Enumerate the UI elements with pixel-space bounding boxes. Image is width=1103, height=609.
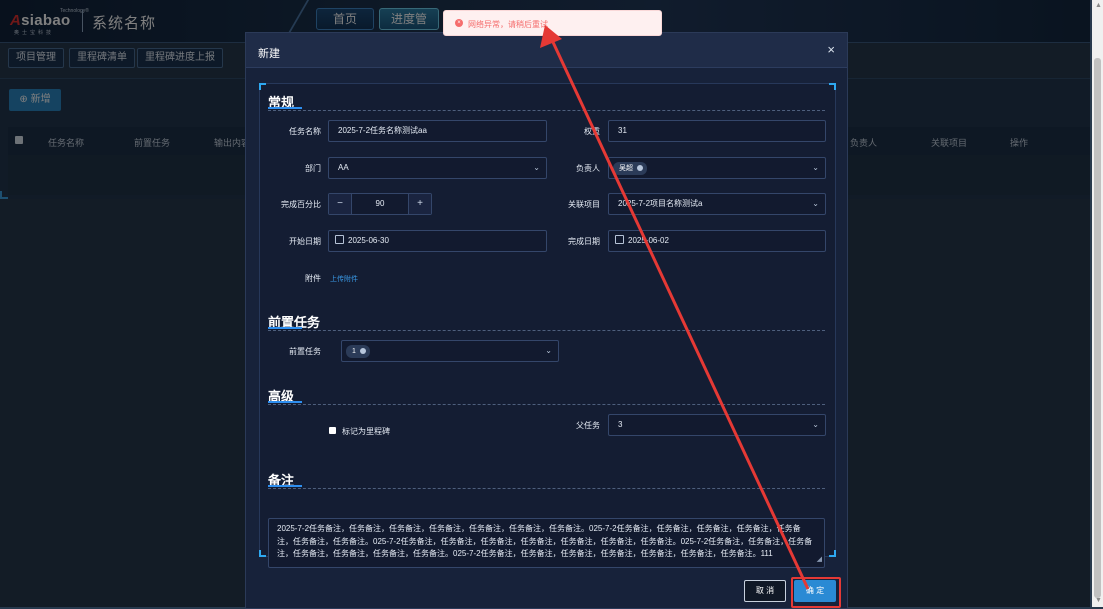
upload-link[interactable]: 上传附件 [330,274,358,284]
chevron-down-icon: ⌄ [533,163,540,172]
chevron-down-icon: ⌄ [812,163,819,172]
owner-tag: 吴超 [613,162,647,175]
end-date-picker[interactable]: 2025-06-02 [608,230,826,252]
minus-icon[interactable]: − [329,194,352,214]
parent-task-select[interactable]: 3 ⌄ [608,414,826,436]
section-divider [268,488,825,489]
parent-task-label: 父任务 [576,421,600,430]
frame-corner [829,83,836,90]
owner-tag-label: 吴超 [619,165,633,172]
frame-corner [829,550,836,557]
chevron-down-icon: ⌄ [545,346,552,355]
section-underline [268,485,302,487]
department-label: 部门 [305,164,321,173]
start-date-value: 2025-06-30 [348,236,389,245]
owner-label: 负责人 [576,164,600,173]
owner-select[interactable]: 吴超 ⌄ [608,157,826,179]
task-name-input[interactable]: 2025-7-2任务名称测试aa [328,120,547,142]
percent-label: 完成百分比 [281,200,321,209]
resize-handle-icon[interactable]: ◢ [817,554,822,567]
page-scrollbar[interactable]: ▲ ▼ [1092,0,1103,607]
start-date-label: 开始日期 [289,237,321,246]
percent-stepper[interactable]: − 90 + [328,193,432,215]
section-divider [268,110,825,111]
dialog-header: 新建 × [246,33,847,68]
calendar-icon [615,235,624,244]
chevron-down-icon: ⌄ [812,199,819,208]
project-select[interactable]: 2025-7-2项目名称测试a ⌄ [608,193,826,215]
pre-task-label: 前置任务 [289,347,321,356]
weight-input[interactable]: 31 [608,120,826,142]
calendar-icon [335,235,344,244]
section-underline [268,327,302,329]
task-name-label: 任务名称 [289,127,321,136]
form-frame: 常规 任务名称 2025-7-2任务名称测试aa 权重 31 部门 AA ⌄ 负… [259,83,836,568]
section-divider [268,330,825,331]
attachment-label: 附件 [305,274,321,283]
end-date-value: 2025-06-02 [628,236,669,245]
remark-textarea[interactable]: 2025-7-2任务备注，任务备注，任务备注，任务备注，任务备注，任务备注，任务… [268,518,825,568]
toast-message: 网络异常，请稍后重试 [468,20,548,29]
scroll-down-icon[interactable]: ▼ [1095,597,1102,604]
cancel-button[interactable]: 取 消 [744,580,786,602]
section-divider [268,404,825,405]
pre-task-tag-label: 1 [352,348,356,355]
milestone-checkbox-label[interactable]: 标记为里程碑 [342,426,390,437]
scroll-thumb[interactable] [1094,58,1101,598]
plus-icon[interactable]: + [408,194,431,214]
department-select[interactable]: AA ⌄ [328,157,547,179]
start-date-picker[interactable]: 2025-06-30 [328,230,547,252]
milestone-checkbox[interactable] [329,427,336,434]
weight-label: 权重 [584,127,600,136]
ok-button-highlight [791,577,841,608]
frame-corner [259,550,266,557]
remark-text: 2025-7-2任务备注，任务备注，任务备注，任务备注，任务备注，任务备注，任务… [277,524,813,558]
percent-value[interactable]: 90 [351,194,409,214]
error-icon: × [455,19,463,27]
frame-corner [259,83,266,90]
tag-close-icon[interactable] [637,165,643,172]
end-date-label: 完成日期 [568,237,600,246]
section-underline [268,401,302,403]
project-value: 2025-7-2项目名称测试a [618,199,703,208]
pre-task-select[interactable]: 1 ⌄ [341,340,559,362]
dialog-title: 新建 [258,48,280,60]
tag-close-icon[interactable] [359,348,366,355]
close-icon[interactable]: × [827,42,835,57]
scroll-up-icon[interactable]: ▲ [1095,2,1102,9]
chevron-down-icon: ⌄ [812,420,819,429]
parent-task-value: 3 [618,420,623,429]
error-toast: × 网络异常，请稍后重试 [443,10,662,36]
new-task-dialog: 新建 × 常规 任务名称 2025-7-2任务名称测试aa 权重 31 部门 A… [245,32,848,609]
pre-task-tag: 1 [346,345,370,358]
department-value: AA [338,163,349,172]
project-label: 关联项目 [568,200,600,209]
section-underline [268,107,302,109]
